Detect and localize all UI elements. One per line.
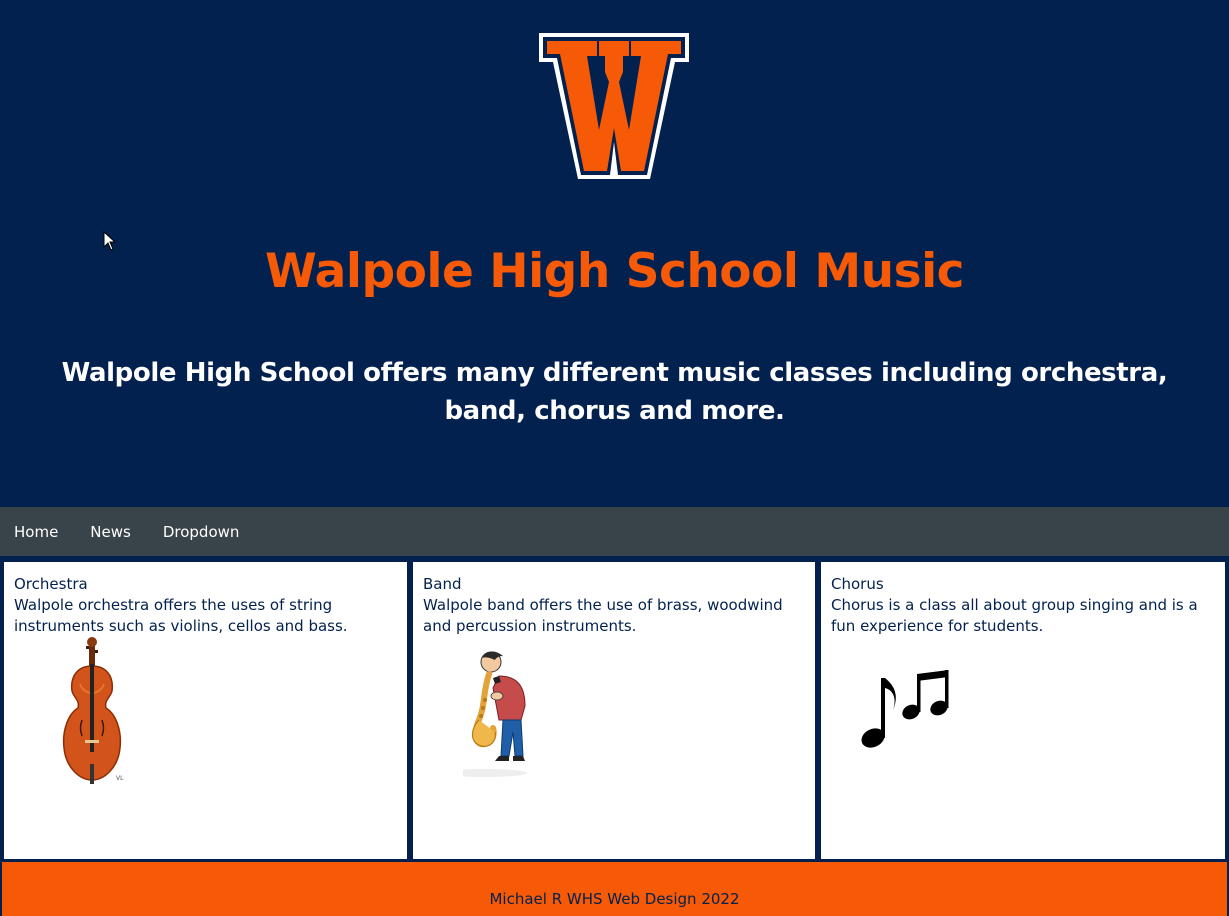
- card-band: Band Walpole band offers the use of bras…: [413, 562, 815, 859]
- nav-dropdown-link[interactable]: Dropdown: [163, 523, 240, 541]
- footer-text: Michael R WHS Web Design 2022: [489, 890, 740, 908]
- page-footer: Michael R WHS Web Design 2022: [2, 862, 1227, 916]
- nav-news-link[interactable]: News: [90, 523, 131, 541]
- page-title: Walpole High School Music: [264, 244, 965, 299]
- nav-home-link[interactable]: Home: [14, 523, 58, 541]
- hero-banner: Walpole High School Music Walpole High S…: [0, 0, 1229, 507]
- music-notes-image: [861, 670, 949, 748]
- card-description: Walpole orchestra offers the uses of str…: [14, 596, 348, 635]
- card-chorus: Chorus Chorus is a class all about group…: [821, 562, 1225, 859]
- cello-image: VL: [62, 637, 124, 784]
- saxophone-player-image: [463, 651, 527, 777]
- class-cards: Orchestra Walpole orchestra offers the u…: [4, 562, 1225, 859]
- navbar: Home News Dropdown: [0, 507, 1229, 556]
- school-logo: [539, 33, 689, 179]
- card-description: Chorus is a class all about group singin…: [831, 596, 1198, 635]
- card-title: Orchestra: [14, 575, 88, 593]
- card-title: Chorus: [831, 575, 884, 593]
- card-orchestra: Orchestra Walpole orchestra offers the u…: [4, 562, 407, 859]
- svg-text:VL: VL: [116, 775, 124, 782]
- card-description: Walpole band offers the use of brass, wo…: [423, 596, 783, 635]
- page-subtitle: Walpole High School offers many differen…: [61, 358, 1168, 426]
- card-title: Band: [423, 575, 462, 593]
